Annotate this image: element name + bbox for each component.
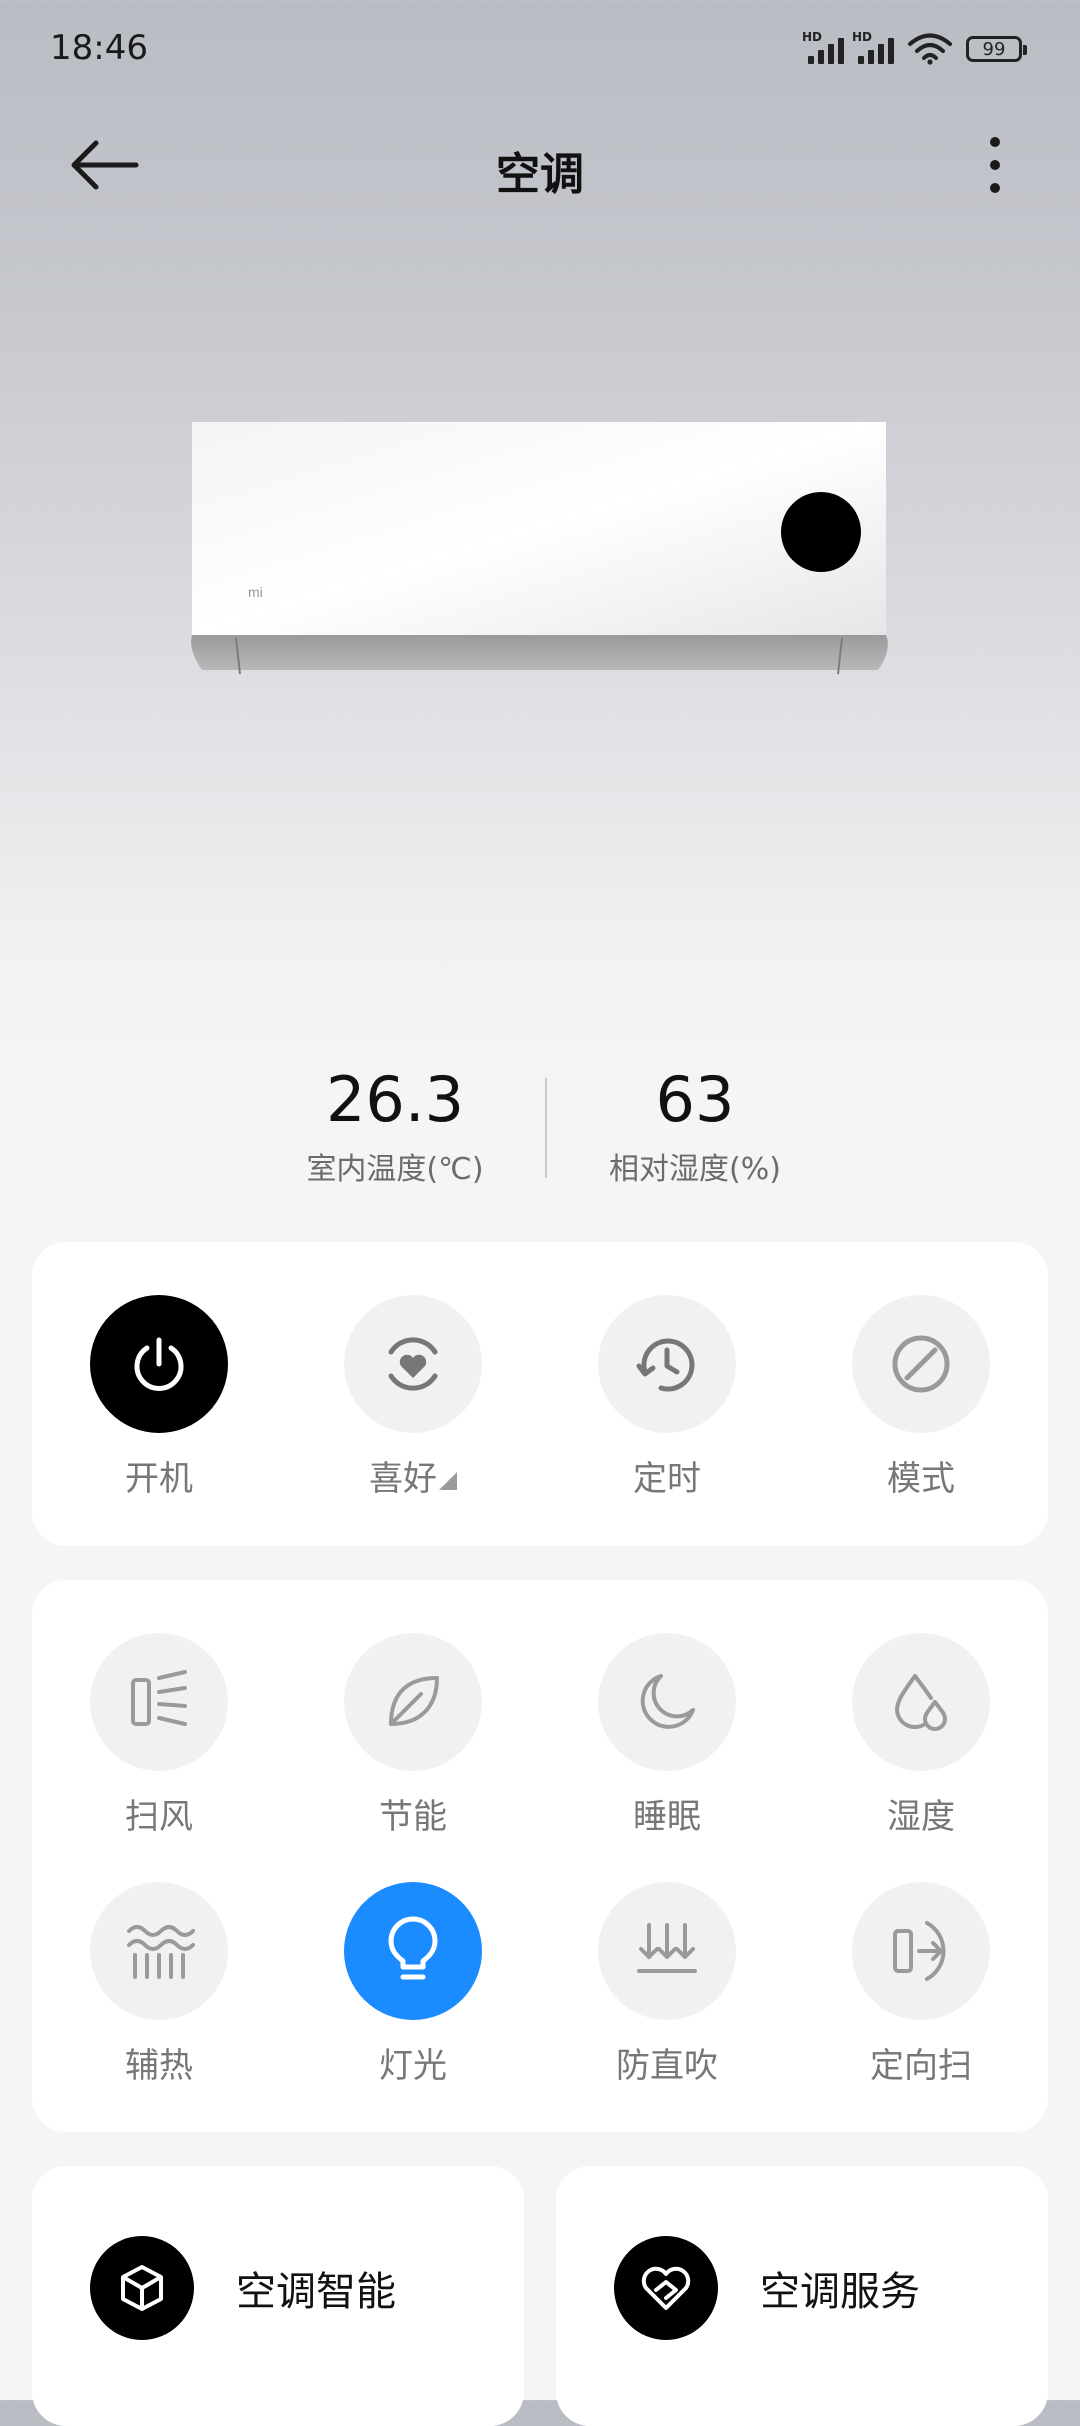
power-button[interactable]: 开机 <box>79 1295 239 1500</box>
favorite-button[interactable]: 喜好 <box>333 1295 493 1500</box>
ac-service-card[interactable]: 空调服务 <box>556 2166 1048 2426</box>
mode-label: 模式 <box>887 1459 955 1499</box>
ac-smart-icon-circle <box>90 2236 194 2340</box>
anti-direct-blow-button[interactable]: 防直吹 <box>587 1882 747 2087</box>
relative-humidity-value: 63 <box>655 1063 735 1136</box>
anti-direct-blow-button-circle[interactable] <box>598 1882 736 2020</box>
more-options-icon[interactable] <box>970 132 1020 198</box>
heat-icon <box>127 1925 195 1979</box>
power-button-circle[interactable] <box>90 1295 228 1433</box>
moon-icon <box>640 1674 695 1729</box>
mode-button-circle[interactable] <box>852 1295 990 1433</box>
ac-service-feature[interactable]: 空调服务 <box>614 2236 920 2340</box>
humidity-button[interactable]: 湿度 <box>841 1633 1001 1838</box>
power-label: 开机 <box>125 1459 193 1499</box>
indoor-temperature: 26.3 室内温度(℃) <box>235 1060 555 1188</box>
aux-heat-button[interactable]: 辅热 <box>79 1882 239 2087</box>
air-conditioner-image: mi <box>191 422 888 675</box>
swing-icon <box>131 1670 187 1726</box>
favorite-icon <box>388 1337 438 1391</box>
light-button[interactable]: 灯光 <box>333 1882 493 2087</box>
ac-smart-card[interactable]: 空调智能 <box>32 2166 524 2426</box>
leaf-icon <box>389 1676 439 1726</box>
relative-humidity-label: 相对湿度(%) <box>609 1152 781 1187</box>
relative-humidity: 63 相对湿度(%) <box>535 1060 855 1188</box>
anti-direct-blow-label: 防直吹 <box>616 2046 718 2086</box>
timer-button[interactable]: 定时 <box>587 1295 747 1500</box>
ac-service-icon-circle <box>614 2236 718 2340</box>
swing-label: 扫风 <box>125 1797 193 1837</box>
sleep-label: 睡眠 <box>633 1797 701 1837</box>
function-controls-card: 扫风 节能 睡眠 湿度 辅热 灯光 防直吹 定向扫 <box>32 1580 1048 2132</box>
bulb-icon <box>388 1916 438 1980</box>
directional-swing-icon <box>893 1921 946 1981</box>
indoor-temperature-label: 室内温度(℃) <box>306 1152 484 1187</box>
page-title: 空调 <box>496 149 584 200</box>
sleep-button[interactable]: 睡眠 <box>587 1633 747 1838</box>
energy-saving-label: 节能 <box>379 1797 447 1837</box>
timer-icon <box>636 1338 695 1392</box>
light-button-circle[interactable] <box>344 1882 482 2020</box>
battery-icon: 99 <box>966 36 1027 62</box>
directional-swing-label: 定向扫 <box>870 2046 972 2086</box>
light-label: 灯光 <box>379 2046 447 2086</box>
favorite-label-text: 喜好 <box>369 1459 437 1499</box>
directional-swing-button[interactable]: 定向扫 <box>841 1882 1001 2087</box>
indoor-temperature-value: 26.3 <box>325 1063 465 1136</box>
network-label-2: HD <box>852 30 873 44</box>
aux-heat-button-circle[interactable] <box>90 1882 228 2020</box>
anti-direct-icon <box>637 1923 697 1973</box>
ac-smart-feature[interactable]: 空调智能 <box>90 2236 396 2340</box>
ac-service-label: 空调服务 <box>760 2269 920 2315</box>
timer-button-circle[interactable] <box>598 1295 736 1433</box>
mode-icon <box>892 1335 950 1393</box>
wifi-icon <box>908 33 952 65</box>
aux-heat-label: 辅热 <box>125 2046 193 2086</box>
favorite-button-circle[interactable] <box>344 1295 482 1433</box>
status-bar: 18:46 HD HD 99 <box>0 0 1080 100</box>
status-time: 18:46 <box>50 28 148 68</box>
power-icon <box>134 1337 184 1391</box>
cube-icon <box>121 2265 163 2311</box>
cellular-signal-icon: HD <box>802 30 844 64</box>
energy-saving-button-circle[interactable] <box>344 1633 482 1771</box>
ac-smart-label: 空调智能 <box>236 2269 396 2315</box>
humidity-label: 湿度 <box>887 1797 955 1837</box>
humidity-button-circle[interactable] <box>852 1633 990 1771</box>
mode-button[interactable]: 模式 <box>841 1295 1001 1500</box>
dropdown-triangle-icon <box>439 1471 457 1490</box>
heart-service-icon <box>641 2266 691 2310</box>
network-label: HD <box>802 30 823 44</box>
humidity-icon <box>894 1674 947 1731</box>
svg-text:mi: mi <box>248 584 263 600</box>
swing-button-circle[interactable] <box>90 1633 228 1771</box>
energy-saving-button[interactable]: 节能 <box>333 1633 493 1838</box>
timer-label: 定时 <box>633 1459 701 1499</box>
swing-button[interactable]: 扫风 <box>79 1633 239 1838</box>
directional-swing-button-circle[interactable] <box>852 1882 990 2020</box>
sleep-button-circle[interactable] <box>598 1633 736 1771</box>
cellular-signal-icon-2: HD <box>852 30 894 64</box>
status-icons: HD HD 99 <box>802 30 1027 66</box>
primary-controls-card: 开机 喜好 定时 模式 <box>32 1242 1048 1546</box>
top-bar: 空调 <box>0 120 1080 210</box>
climate-stats: 26.3 室内温度(℃) 63 相对湿度(%) <box>0 1060 1080 1200</box>
favorite-label: 喜好 <box>333 1451 493 1500</box>
